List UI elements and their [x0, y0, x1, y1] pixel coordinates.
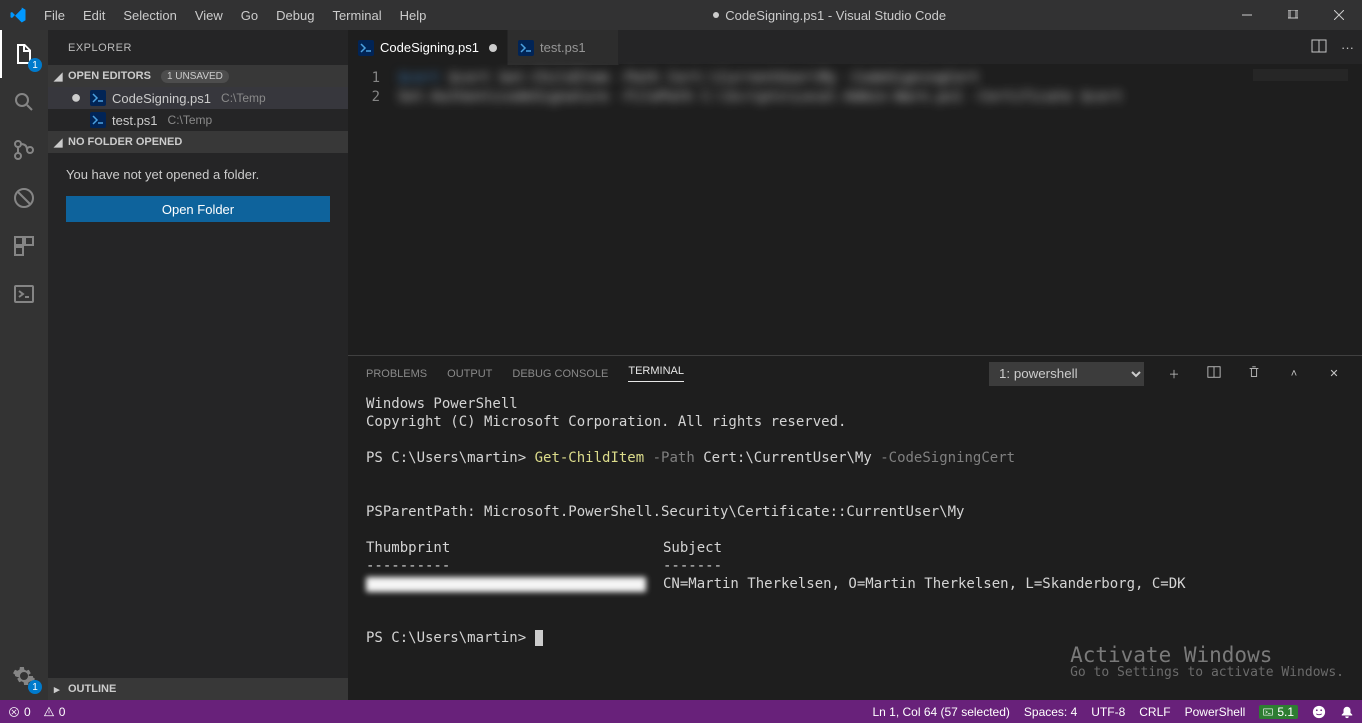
- editor-filename: CodeSigning.ps1: [112, 91, 211, 106]
- terminal-selector[interactable]: 1: powershell: [989, 362, 1144, 386]
- activity-settings[interactable]: 1: [0, 652, 48, 700]
- split-editor-icon[interactable]: [1311, 38, 1327, 57]
- vscode-icon: [0, 6, 35, 24]
- status-errors[interactable]: 0: [8, 705, 31, 719]
- panel: Problems Output Debug Console Terminal 1…: [348, 355, 1362, 700]
- kill-terminal-icon[interactable]: [1244, 365, 1264, 382]
- settings-badge: 1: [28, 680, 42, 694]
- status-ps-version[interactable]: 5.1: [1259, 705, 1298, 719]
- menu-bar: File Edit Selection View Go Debug Termin…: [35, 0, 435, 30]
- editor-actions: ···: [1303, 30, 1362, 64]
- menu-terminal[interactable]: Terminal: [323, 0, 390, 30]
- activity-powershell[interactable]: [0, 270, 48, 318]
- menu-file[interactable]: File: [35, 0, 74, 30]
- no-folder-header[interactable]: ◢ No Folder Opened: [48, 131, 348, 153]
- dirty-dot-icon[interactable]: ●: [68, 87, 84, 108]
- gutter: 1 2: [348, 65, 398, 355]
- status-bar: 0 0 Ln 1, Col 64 (57 selected) Spaces: 4…: [0, 700, 1362, 723]
- window-title: CodeSigning.ps1 - Visual Studio Code: [435, 8, 1224, 23]
- powershell-file-icon: [358, 40, 374, 56]
- status-feedback-icon[interactable]: [1312, 705, 1326, 719]
- close-panel-icon[interactable]: ✕: [1324, 367, 1344, 380]
- powershell-file-icon: [90, 112, 106, 128]
- activity-search[interactable]: [0, 78, 48, 126]
- menu-go[interactable]: Go: [232, 0, 267, 30]
- panel-tabs: Problems Output Debug Console Terminal 1…: [348, 356, 1362, 391]
- open-editor-test[interactable]: test.ps1 C:\Temp: [48, 109, 348, 131]
- status-bell-icon[interactable]: [1340, 705, 1354, 719]
- panel-tab-debug[interactable]: Debug Console: [512, 368, 608, 380]
- chevron-right-icon: ▸: [54, 683, 64, 696]
- menu-help[interactable]: Help: [391, 0, 436, 30]
- code-editor[interactable]: 1 2 $cert $cert Get-ChildItem -Path Cert…: [348, 65, 1362, 355]
- more-actions-icon[interactable]: ···: [1341, 40, 1354, 55]
- files-badge: 1: [28, 58, 42, 72]
- sidebar-title: Explorer: [48, 30, 348, 65]
- chevron-down-icon: ◢: [54, 136, 64, 149]
- tab-test[interactable]: test.ps1: [508, 30, 619, 65]
- maximize-button[interactable]: [1270, 0, 1316, 30]
- dirty-indicator-icon: [713, 12, 719, 18]
- window-controls: [1224, 0, 1362, 30]
- open-editor-codesigning[interactable]: ● CodeSigning.ps1 C:\Temp: [48, 87, 348, 109]
- redacted-thumbprint: [366, 577, 646, 592]
- activity-scm[interactable]: [0, 126, 48, 174]
- activity-extensions[interactable]: [0, 222, 48, 270]
- minimize-button[interactable]: [1224, 0, 1270, 30]
- status-eol[interactable]: CRLF: [1139, 705, 1170, 719]
- status-language[interactable]: PowerShell: [1185, 705, 1246, 719]
- status-warnings[interactable]: 0: [43, 705, 66, 719]
- titlebar: File Edit Selection View Go Debug Termin…: [0, 0, 1362, 30]
- minimap[interactable]: [1253, 69, 1348, 81]
- blank-close-icon[interactable]: [68, 113, 84, 128]
- status-cursor[interactable]: Ln 1, Col 64 (57 selected): [872, 705, 1009, 719]
- activity-bar: 1 1: [0, 30, 48, 700]
- open-folder-button[interactable]: Open Folder: [66, 196, 330, 222]
- activity-explorer[interactable]: 1: [0, 30, 48, 78]
- new-terminal-icon[interactable]: ＋: [1164, 366, 1184, 382]
- editor-filepath: C:\Temp: [221, 91, 266, 105]
- no-folder-message: You have not yet opened a folder.: [48, 153, 348, 196]
- terminal-content[interactable]: Windows PowerShell Copyright (C) Microso…: [348, 391, 1362, 700]
- menu-view[interactable]: View: [186, 0, 232, 30]
- editor-area: CodeSigning.ps1 test.ps1 ··· 1 2 $cert $…: [348, 30, 1362, 700]
- panel-tab-problems[interactable]: Problems: [366, 368, 427, 380]
- panel-tab-terminal[interactable]: Terminal: [628, 365, 684, 382]
- panel-tab-output[interactable]: Output: [447, 368, 492, 380]
- split-terminal-icon[interactable]: [1204, 365, 1224, 382]
- editor-filepath: C:\Temp: [168, 113, 213, 127]
- outline-header[interactable]: ▸ Outline: [48, 678, 348, 700]
- powershell-file-icon: [518, 40, 534, 56]
- tab-codesigning[interactable]: CodeSigning.ps1: [348, 30, 508, 65]
- status-encoding[interactable]: UTF-8: [1091, 705, 1125, 719]
- dirty-dot-icon: [489, 44, 497, 52]
- sidebar: Explorer ◢ Open Editors 1 UNSAVED ● Code…: [48, 30, 348, 700]
- status-spaces[interactable]: Spaces: 4: [1024, 705, 1077, 719]
- unsaved-badge: 1 UNSAVED: [161, 70, 229, 83]
- chevron-down-icon: ◢: [54, 70, 64, 83]
- menu-edit[interactable]: Edit: [74, 0, 114, 30]
- menu-debug[interactable]: Debug: [267, 0, 323, 30]
- open-editors-header[interactable]: ◢ Open Editors 1 UNSAVED: [48, 65, 348, 87]
- maximize-panel-icon[interactable]: ˄: [1284, 368, 1304, 380]
- editor-tabs: CodeSigning.ps1 test.ps1 ···: [348, 30, 1362, 65]
- close-button[interactable]: [1316, 0, 1362, 30]
- cursor-icon: [535, 630, 543, 646]
- menu-selection[interactable]: Selection: [114, 0, 185, 30]
- activity-debug[interactable]: [0, 174, 48, 222]
- editor-filename: test.ps1: [112, 113, 158, 128]
- powershell-file-icon: [90, 90, 106, 106]
- code-content[interactable]: $cert $cert Get-ChildItem -Path Cert:\Cu…: [398, 65, 1123, 355]
- activate-windows-watermark: Activate Windows Go to Settings to activ…: [1070, 646, 1344, 682]
